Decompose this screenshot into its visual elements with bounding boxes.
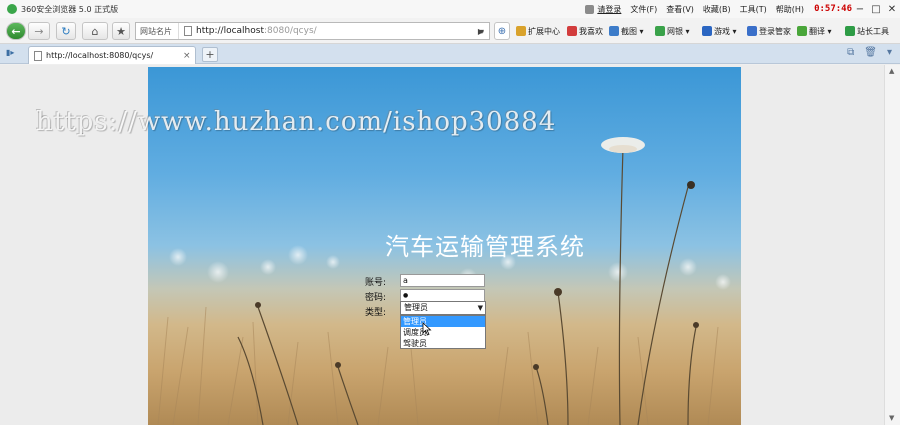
type-selected-value: 管理员 [404,303,428,312]
webmaster-tools-button[interactable]: 站长工具 [845,24,889,38]
title-bar: 360安全浏览器 5.0 正式版 请登录 文件(F) 查看(V) 收藏(B) 工… [0,0,900,18]
refresh-button[interactable]: ↻ [56,22,76,40]
menu-tools[interactable]: 工具(T) [740,4,767,15]
type-option-dispatcher[interactable]: 调度员 [401,327,485,338]
menu-view[interactable]: 查看(V) [666,4,694,15]
address-bar[interactable]: 网站名片 http://localhost:8080/qcys/ ▾ [135,22,490,40]
login-manager-button[interactable]: 登录管家 [747,24,791,38]
go-button[interactable]: ▶ [474,23,488,39]
favorite-button[interactable]: ★ [112,22,130,40]
chevron-down-icon: ▾ [683,26,690,36]
forward-button[interactable]: → [28,22,50,40]
page-viewport: https://www.huzhan.com/ishop30884 汽车运输管理… [0,65,900,425]
toolbar-item-label: 站长工具 [857,26,889,36]
home-button[interactable]: ⌂ [82,22,108,40]
title-menu-area: 请登录 文件(F) 查看(V) 收藏(B) 工具(T) 帮助(H) 0:57:4… [576,0,900,18]
tab-label: http://localhost:8080/qcys/ [46,51,154,60]
chevron-down-icon: ▼ [477,304,483,312]
trash-icon[interactable]: 🗑 [864,47,877,58]
gamepad-icon [702,26,712,36]
toolbar-item-label: 扩展中心 [528,26,560,36]
extension-icon [516,26,526,36]
maximize-button[interactable]: □ [868,4,884,15]
tab-bar: ▮▸ http://localhost:8080/qcys/ × + ⧉ 🗑 ▾ [0,44,900,64]
type-dropdown-list: 管理员 调度员 驾驶员 [400,315,486,349]
address-host: http://localhost [196,26,264,36]
favorites-like-button[interactable]: 我喜欢 [567,24,603,38]
toolbar-item-label: 网银 [667,26,683,36]
tab-tools: ⧉ 🗑 ▾ [847,47,892,58]
vertical-scrollbar[interactable]: ▲ ▼ [884,65,900,425]
browser-logo-icon [7,4,17,14]
menu-favorites[interactable]: 收藏(B) [703,4,731,15]
menu-file[interactable]: 文件(F) [630,4,657,15]
chevron-down-icon: ▾ [825,26,832,36]
key-icon [747,26,757,36]
site-names-button[interactable]: 网站名片 [136,23,179,39]
window-title: 360安全浏览器 5.0 正式版 [21,4,119,14]
minimize-button[interactable]: − [852,4,868,15]
back-button[interactable]: ← [6,22,26,40]
new-tab-button[interactable]: + [202,47,218,62]
toolbar-item-label: 登录管家 [759,26,791,36]
type-select[interactable]: 管理员 ▼ [400,301,486,315]
watermark-text: https://www.huzhan.com/ishop30884 [36,107,557,137]
security-shield-icon[interactable]: ⊕ [494,22,510,40]
tab-close-button[interactable]: × [183,51,195,61]
games-button[interactable]: 游戏 ▾ [702,24,737,38]
login-link[interactable]: 请登录 [585,4,621,15]
menu-help[interactable]: 帮助(H) [776,4,804,15]
tab-active[interactable]: http://localhost:8080/qcys/ × [28,46,196,64]
chevron-down-icon[interactable]: ▾ [887,47,892,58]
address-path: :8080/qcys/ [263,26,317,36]
scroll-up-icon[interactable]: ▲ [889,67,894,75]
translate-button[interactable]: 翻译 ▾ [797,24,832,38]
type-option-driver[interactable]: 驾驶员 [401,338,485,349]
toolbar-item-label: 游戏 [714,26,730,36]
account-label: 账号: [365,278,387,288]
scroll-down-icon[interactable]: ▼ [889,414,894,422]
mouse-cursor-icon [422,322,432,336]
address-input[interactable]: http://localhost:8080/qcys/ [196,26,475,36]
navigation-toolbar: ← → ↻ ⌂ ★ 网站名片 http://localhost:8080/qcy… [0,18,900,44]
close-button[interactable]: ✕ [884,4,900,15]
page-icon [34,50,42,61]
bank-icon [655,26,665,36]
password-label: 密码: [365,293,387,303]
system-title: 汽车运输管理系统 [385,233,585,261]
type-option-admin[interactable]: 管理员 [401,316,485,327]
user-icon [585,4,595,14]
scissors-icon [609,26,619,36]
toolbar-item-label: 截图 [621,26,637,36]
translate-icon [797,26,807,36]
tools-icon [845,26,855,36]
screenshot-button[interactable]: 截图 ▾ [609,24,644,38]
sidebar-toggle-icon[interactable]: ▮▸ [6,48,20,60]
chevron-down-icon: ▾ [730,26,737,36]
restore-tabs-icon[interactable]: ⧉ [847,47,854,58]
type-label: 类型: [365,308,387,318]
account-input[interactable]: a [400,274,485,287]
online-banking-button[interactable]: 网银 ▾ [655,24,690,38]
extension-center-button[interactable]: 扩展中心 [516,24,560,38]
clock-readout: 0:57:46 [814,4,852,14]
toolbar-item-label: 翻译 [809,26,825,36]
toolbar-item-label: 我喜欢 [579,26,603,36]
chevron-down-icon: ▾ [637,26,644,36]
page-icon [184,26,192,36]
heart-icon [567,26,577,36]
